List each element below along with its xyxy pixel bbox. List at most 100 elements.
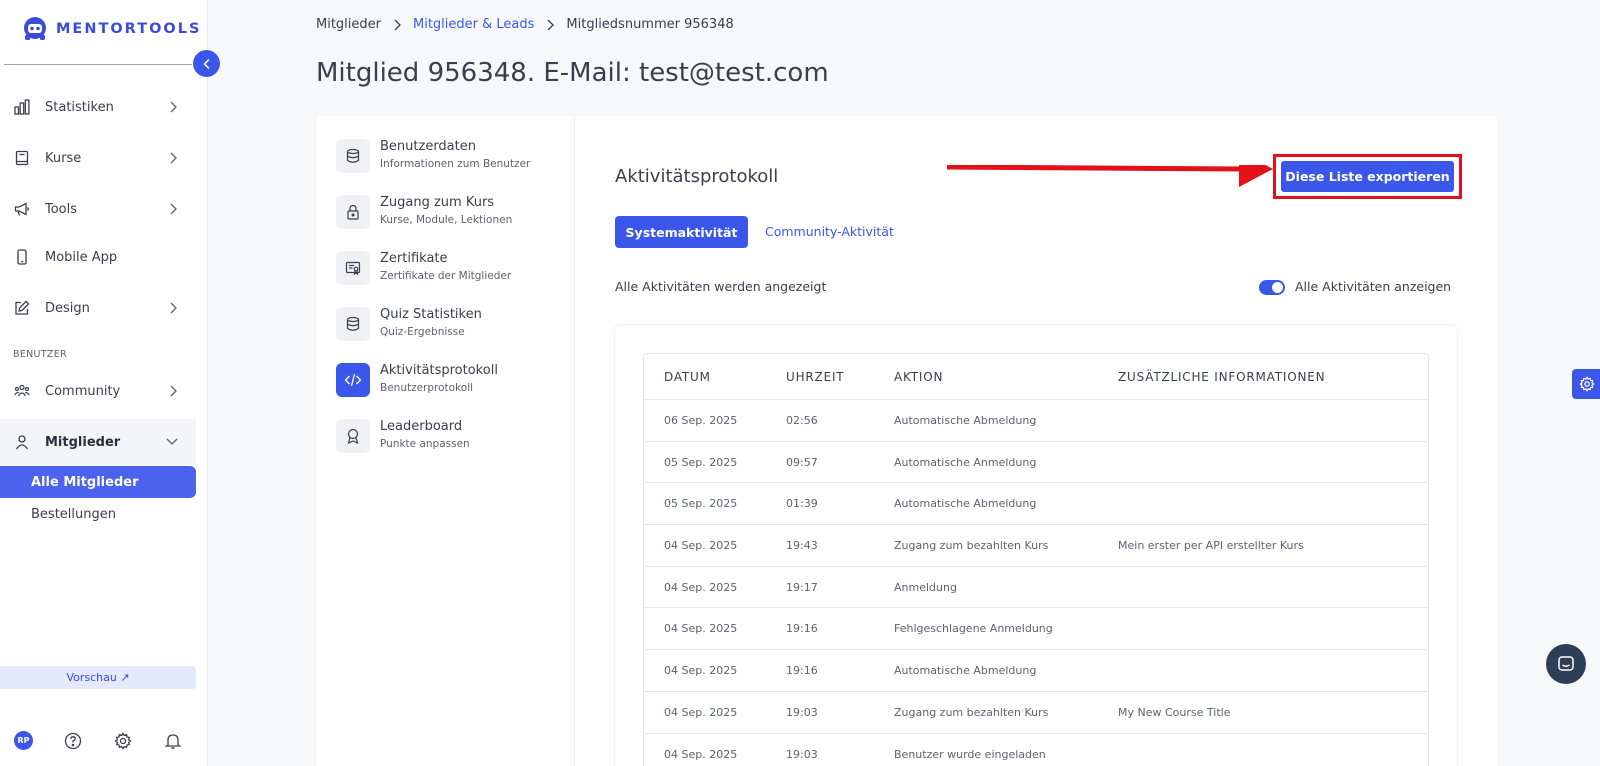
- cell-date: 04 Sep. 2025: [664, 664, 738, 678]
- sidebar-subitem-bestellungen[interactable]: Bestellungen: [0, 498, 196, 530]
- activity-table: DATUM UHRZEIT AKTION ZUSÄTZLICHE INFORMA…: [643, 353, 1429, 766]
- cell-time: 19:43: [786, 539, 818, 553]
- help-icon[interactable]: [64, 732, 82, 750]
- sidebar-item-kurse[interactable]: Kurse: [0, 136, 196, 180]
- member-menu-benutzerdaten[interactable]: Benutzerdaten Informationen zum Benutzer: [336, 137, 566, 177]
- cell-date: 04 Sep. 2025: [664, 622, 738, 636]
- cell-time: 01:39: [786, 497, 818, 511]
- cell-action: Automatische Anmeldung: [894, 455, 1037, 469]
- cell-action: Fehlgeschlagene Anmeldung: [894, 622, 1053, 636]
- member-menu-leaderboard[interactable]: Leaderboard Punkte anpassen: [336, 417, 566, 457]
- chevron-right-icon: [168, 152, 178, 164]
- cell-date: 04 Sep. 2025: [664, 580, 738, 594]
- chevron-right-icon: [168, 302, 178, 314]
- cell-action: Anmeldung: [894, 580, 957, 594]
- logo-divider: [4, 64, 192, 65]
- cell-date: 05 Sep. 2025: [664, 455, 738, 469]
- collapse-sidebar-button[interactable]: [193, 50, 220, 77]
- table-row: 04 Sep. 2025 19:16 Automatische Abmeldun…: [644, 650, 1428, 692]
- sidebar-item-label: Statistiken: [45, 99, 114, 115]
- chat-widget-button[interactable]: [1546, 644, 1586, 684]
- show-all-activities-toggle[interactable]: [1259, 280, 1285, 295]
- cell-date: 04 Sep. 2025: [664, 539, 738, 553]
- robot-logo-icon: [22, 16, 48, 42]
- cell-time: 19:16: [786, 664, 818, 678]
- cell-time: 19:16: [786, 622, 818, 636]
- award-icon: [336, 419, 370, 453]
- mobile-icon: [14, 249, 30, 265]
- chevron-right-icon: [546, 19, 555, 31]
- sidebar: MENTORTOOLS Statistiken Kurse Tools Mobi…: [0, 0, 208, 766]
- menu-title: Zertifikate: [380, 251, 448, 266]
- notification-bell-icon[interactable]: [164, 732, 182, 750]
- member-menu-zertifikate[interactable]: Zertifikate Zertifikate der Mitglieder: [336, 249, 566, 289]
- pen-icon: [14, 300, 30, 316]
- tab-system-activity[interactable]: Systemaktivität: [615, 216, 748, 248]
- menu-title: Aktivitätsprotokoll: [380, 363, 498, 378]
- sidebar-item-label: Mitglieder: [45, 434, 121, 450]
- table-row: 04 Sep. 2025 19:43 Zugang zum bezahlten …: [644, 525, 1428, 567]
- database-icon: [336, 139, 370, 173]
- user-icon: [14, 434, 30, 450]
- tab-community-activity[interactable]: Community-Aktivität: [765, 224, 894, 239]
- cell-time: 02:56: [786, 414, 818, 427]
- member-menu-zugang-zum-kurs[interactable]: Zugang zum Kurs Kurse, Module, Lektionen: [336, 193, 566, 233]
- chevron-right-icon: [393, 19, 401, 31]
- database-icon: [336, 307, 370, 341]
- breadcrumb: Mitglieder Mitglieder & Leads Mitgliedsn…: [316, 17, 734, 32]
- sidebar-item-label: Tools: [45, 201, 78, 217]
- menu-title: Leaderboard: [380, 419, 463, 434]
- sidebar-item-mitglieder[interactable]: Mitglieder: [0, 419, 196, 465]
- menu-subtitle: Benutzerprotokoll: [380, 382, 474, 394]
- floating-settings-button[interactable]: [1572, 369, 1600, 399]
- sidebar-item-mobile-app[interactable]: Mobile App: [0, 235, 196, 279]
- table-row: 06 Sep. 2025 02:56 Automatische Abmeldun…: [644, 400, 1428, 442]
- sidebar-subitem-alle-mitglieder[interactable]: Alle Mitglieder: [0, 466, 196, 498]
- section-label-benutzer: BENUTZER: [13, 349, 67, 360]
- column-header-datum: DATUM: [664, 370, 711, 384]
- cell-action: Automatische Abmeldung: [894, 497, 1037, 511]
- cell-action: Zugang zum bezahlten Kurs: [894, 705, 1049, 719]
- menu-title: Quiz Statistiken: [380, 307, 482, 322]
- table-body: 06 Sep. 2025 02:56 Automatische Abmeldun…: [644, 400, 1428, 766]
- preview-button[interactable]: Vorschau ↗: [0, 666, 196, 689]
- code-icon: [336, 363, 370, 397]
- member-menu-aktivitaetsprotokoll[interactable]: Aktivitätsprotokoll Benutzerprotokoll: [336, 361, 566, 401]
- avatar[interactable]: RP: [14, 731, 33, 750]
- cell-time: 19:03: [786, 747, 818, 761]
- menu-subtitle: Kurse, Module, Lektionen: [380, 214, 513, 226]
- export-list-button[interactable]: Diese Liste exportieren: [1281, 161, 1454, 192]
- cell-info: My New Course Title: [1118, 705, 1231, 719]
- sidebar-item-tools[interactable]: Tools: [0, 187, 196, 231]
- red-arrow-annotation: [947, 165, 1273, 187]
- breadcrumb-mitglieder-leads[interactable]: Mitglieder & Leads: [413, 17, 534, 32]
- member-menu-quiz-statistiken[interactable]: Quiz Statistiken Quiz-Ergebnisse: [336, 305, 566, 345]
- breadcrumb-mitglieder[interactable]: Mitglieder: [316, 17, 381, 32]
- sidebar-item-statistiken[interactable]: Statistiken: [0, 85, 196, 129]
- megaphone-icon: [14, 201, 30, 217]
- column-header-uhrzeit: UHRZEIT: [786, 370, 845, 384]
- card-divider: [574, 116, 575, 766]
- menu-title: Benutzerdaten: [380, 139, 476, 154]
- cell-date: 05 Sep. 2025: [664, 497, 738, 511]
- toggle-knob: [1272, 282, 1283, 293]
- table-row: 04 Sep. 2025 19:03 Zugang zum bezahlten …: [644, 692, 1428, 734]
- cell-date: 06 Sep. 2025: [664, 414, 738, 427]
- brand-name: MENTORTOOLS: [56, 21, 202, 37]
- cell-action: Zugang zum bezahlten Kurs: [894, 539, 1049, 553]
- sidebar-item-community[interactable]: Community: [0, 369, 196, 413]
- chevron-right-icon: [168, 203, 178, 215]
- menu-subtitle: Quiz-Ergebnisse: [380, 326, 465, 338]
- cell-info: Mein erster per API erstellter Kurs: [1118, 539, 1304, 553]
- book-icon: [14, 150, 30, 166]
- table-header: DATUM UHRZEIT AKTION ZUSÄTZLICHE INFORMA…: [644, 354, 1428, 400]
- settings-gear-icon[interactable]: [114, 732, 132, 750]
- sidebar-item-label: Mobile App: [45, 249, 118, 265]
- activity-status-text: Alle Aktivitäten werden angezeigt: [615, 279, 827, 294]
- cell-time: 09:57: [786, 455, 818, 469]
- table-row: 04 Sep. 2025 19:16 Fehlgeschlagene Anmel…: [644, 608, 1428, 651]
- menu-subtitle: Punkte anpassen: [380, 438, 470, 450]
- sidebar-item-label: Design: [45, 300, 90, 316]
- brand-logo[interactable]: MENTORTOOLS: [22, 16, 201, 42]
- sidebar-item-design[interactable]: Design: [0, 286, 196, 330]
